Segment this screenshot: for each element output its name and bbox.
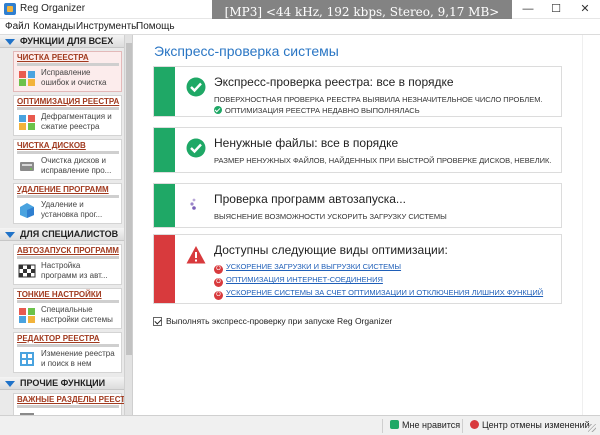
- sidebar-item-desc: Дефрагментация и сжатие реестра: [41, 112, 112, 131]
- menu-help[interactable]: Помощь: [136, 21, 175, 32]
- card-detail: Размер ненужных файлов, найденных при бы…: [214, 156, 552, 165]
- sidebar-item-title[interactable]: ВАЖНЫЕ РАЗДЕЛЫ РЕЕСТРА: [17, 395, 132, 404]
- sidebar-section-all[interactable]: ФУНКЦИИ ДЛЯ ВСЕХ: [0, 35, 124, 48]
- like-button[interactable]: Мне нравится: [390, 420, 460, 430]
- sidebar-item-desc: Изменение реестра и поиск в нем: [41, 349, 115, 368]
- sidebar-item-title[interactable]: ЧИСТКА ДИСКОВ: [17, 141, 86, 150]
- sidebar-item-desc: Специальные настройки системы: [41, 305, 113, 324]
- status-bar: Мне нравится Центр отмены изменений: [0, 415, 600, 435]
- express-check-on-start[interactable]: Выполнять экспресс-проверку при запуске …: [153, 316, 392, 326]
- sidebar-item-divider: [17, 107, 119, 110]
- registry-optimize-icon: [19, 115, 35, 130]
- close-button[interactable]: ✕: [570, 0, 600, 19]
- main-divider: [582, 35, 583, 415]
- sidebar-item-registry-cleaner[interactable]: ЧИСТКА РЕЕСТРА Исправление ошибок и очист…: [13, 51, 122, 92]
- undo-center-button[interactable]: Центр отмены изменений: [470, 420, 590, 430]
- sidebar-item-divider: [17, 195, 119, 198]
- registry-editor-icon: [20, 352, 34, 366]
- status-separator: [462, 419, 463, 433]
- sidebar-item-title[interactable]: ОПТИМИЗАЦИЯ РЕЕСТРА: [17, 97, 119, 106]
- sidebar-item-divider: [17, 300, 119, 303]
- status-separator: [382, 419, 383, 433]
- check-circle-icon: [186, 138, 206, 158]
- registry-check-card: Экспресс-проверка реестра: все в порядке…: [153, 66, 562, 117]
- autorun-check-card: Проверка программ автозапуска... Выяснен…: [153, 183, 562, 228]
- sidebar-section-other[interactable]: ПРОЧИЕ ФУНКЦИИ: [0, 377, 124, 390]
- express-check-checkbox[interactable]: [153, 317, 162, 326]
- minimize-button[interactable]: —: [514, 0, 542, 19]
- card-detail: Поверхностная проверка реестра выявила н…: [214, 95, 543, 104]
- sidebar-item-title[interactable]: ЧИСТКА РЕЕСТРА: [17, 53, 89, 62]
- page-title: Экспресс-проверка системы: [154, 43, 339, 59]
- optimize-badge-icon: O: [214, 265, 223, 274]
- resize-grip-icon[interactable]: [588, 424, 596, 432]
- sidebar-item-tweaks[interactable]: ТОНКИЕ НАСТРОЙКИ Специальные настройки си…: [13, 288, 122, 329]
- sidebar-item-title[interactable]: ТОНКИЕ НАСТРОЙКИ: [17, 290, 102, 299]
- status-stripe-ok: [154, 128, 175, 172]
- optimization-card: Доступны следующие виды оптимизации: O Ус…: [153, 234, 562, 304]
- status-stripe-ok: [154, 184, 175, 227]
- card-title: Экспресс-проверка реестра: все в порядке: [214, 75, 454, 89]
- sidebar-item-autorun[interactable]: АВТОЗАПУСК ПРОГРАММ Настройка программ из…: [13, 244, 122, 285]
- thumbs-up-icon: [390, 420, 399, 429]
- undo-center-icon: [470, 420, 479, 429]
- sidebar-item-uninstall[interactable]: УДАЛЕНИЕ ПРОГРАММ Удаление и установка пр…: [13, 183, 122, 224]
- optimize-badge-icon: O: [214, 291, 223, 300]
- sidebar-item-registry-optimize[interactable]: ОПТИМИЗАЦИЯ РЕЕСТРА Дефрагментация и сжат…: [13, 95, 122, 136]
- tweaks-icon: [19, 308, 35, 323]
- sidebar-item-title[interactable]: АВТОЗАПУСК ПРОГРАММ: [17, 246, 119, 255]
- mini-check-icon: [214, 106, 222, 114]
- registry-cleaner-icon: [19, 71, 35, 86]
- disk-cleanup-icon: [20, 162, 34, 171]
- status-stripe-warning: [154, 235, 175, 303]
- sidebar-item-divider: [17, 405, 119, 408]
- sidebar-item-desc: Исправление ошибок и очистка: [41, 68, 107, 87]
- autorun-icon: [18, 264, 36, 278]
- maximize-button[interactable]: ☐: [542, 0, 570, 19]
- sidebar-scroll-thumb[interactable]: [126, 43, 132, 355]
- menu-file[interactable]: Файл: [5, 21, 30, 32]
- sidebar-item-title[interactable]: УДАЛЕНИЕ ПРОГРАММ: [17, 185, 109, 194]
- loading-spinner-icon: [190, 198, 196, 210]
- sidebar: ФУНКЦИИ ДЛЯ ВСЕХ ЧИСТКА РЕЕСТРА Исправле…: [0, 35, 133, 415]
- sidebar-scrollbar[interactable]: [124, 35, 132, 415]
- optimize-boot-link[interactable]: O Ускорение загрузки и выгрузки системы: [214, 262, 401, 274]
- check-circle-icon: [186, 77, 206, 97]
- sidebar-item-desc: Очистка дисков и исправление про...: [41, 156, 112, 175]
- optimize-features-link[interactable]: O Ускорение системы за счет оптимизации и…: [214, 288, 543, 300]
- sidebar-item-desc: Удаление и установка прог...: [41, 200, 103, 219]
- sidebar-item-title[interactable]: РЕДАКТОР РЕЕСТРА: [17, 334, 100, 343]
- optimize-internet-link[interactable]: O Оптимизация интернет-соединения: [214, 275, 383, 287]
- card-title: Доступны следующие виды оптимизации:: [214, 243, 448, 257]
- sidebar-item-disk-cleanup[interactable]: ЧИСТКА ДИСКОВ Очистка дисков и исправлени…: [13, 139, 122, 180]
- window-title: Reg Organizer: [20, 3, 86, 14]
- main-panel: Экспресс-проверка системы Экспресс-прове…: [134, 35, 600, 415]
- sidebar-item-important-keys[interactable]: ВАЖНЫЕ РАЗДЕЛЫ РЕЕСТРА: [13, 393, 132, 415]
- optimize-badge-icon: O: [214, 278, 223, 287]
- junk-files-card: Ненужные файлы: все в порядке Размер нен…: [153, 127, 562, 173]
- sidebar-item-desc: Настройка программ из авт...: [41, 261, 108, 280]
- uninstall-icon: [20, 203, 34, 218]
- sidebar-item-registry-editor[interactable]: РЕДАКТОР РЕЕСТРА Изменение реестра и поис…: [13, 332, 122, 373]
- checkbox-label: Выполнять экспресс-проверку при запуске …: [166, 316, 393, 326]
- menu-bar: Файл Команды Инструменты Помощь: [0, 19, 600, 35]
- title-bar: Reg Organizer [MP3] <44 kHz, 192 kbps, S…: [0, 0, 600, 24]
- card-title: Проверка программ автозапуска...: [214, 192, 406, 206]
- warning-icon: [186, 246, 206, 264]
- sidebar-item-divider: [17, 256, 119, 259]
- menu-tools[interactable]: Инструменты: [76, 21, 138, 32]
- card-detail: Выяснение возможности ускорить загрузку …: [214, 212, 447, 221]
- card-detail: Оптимизация реестра недавно выполнялась: [214, 106, 420, 115]
- status-stripe-ok: [154, 67, 175, 116]
- menu-commands[interactable]: Команды: [33, 21, 75, 32]
- app-logo-icon: [4, 3, 16, 15]
- sidebar-section-experts[interactable]: ДЛЯ СПЕЦИАЛИСТОВ: [0, 228, 124, 241]
- card-title: Ненужные файлы: все в порядке: [214, 136, 399, 150]
- sidebar-item-divider: [17, 344, 119, 347]
- sidebar-item-divider: [17, 63, 119, 66]
- sidebar-item-divider: [17, 151, 119, 154]
